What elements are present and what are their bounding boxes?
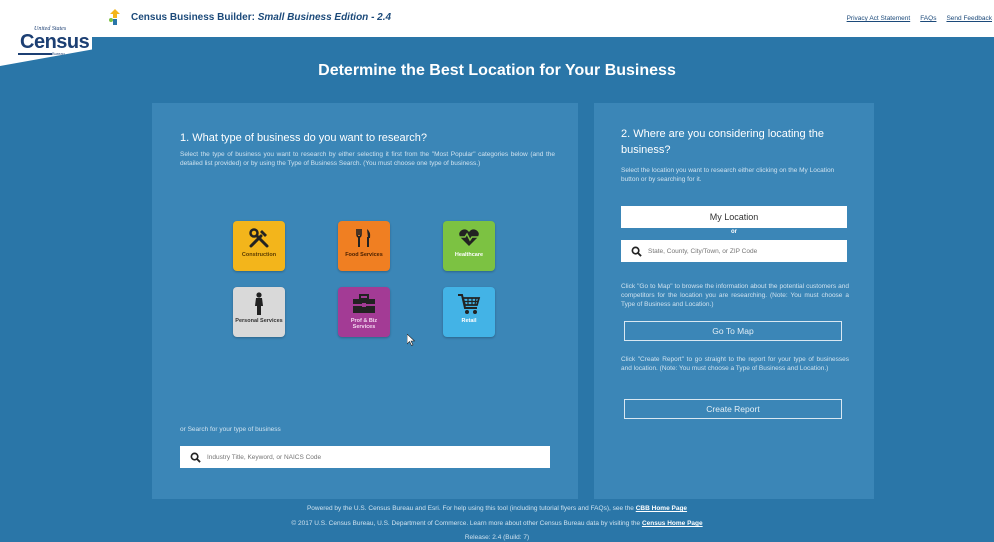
cart-icon (455, 292, 483, 316)
logo-bottom-text: Bureau (52, 51, 65, 56)
app-title: Census Business Builder: Small Business … (131, 12, 391, 23)
create-report-description: Click "Create Report" to go straight to … (621, 356, 849, 372)
fork-knife-icon (350, 226, 378, 250)
search-icon (631, 246, 642, 257)
search-icon (190, 452, 201, 463)
tile-label: Construction (241, 252, 277, 258)
footer-release: Release: 2.4 (Build: 7) (464, 534, 530, 541)
business-type-title: 1. What type of business do you want to … (180, 132, 428, 144)
tools-icon (245, 226, 273, 250)
business-search-input[interactable] (207, 453, 507, 461)
business-type-description: Select the type of business you want to … (180, 151, 555, 167)
footer-powered-by: Powered by the U.S. Census Bureau and Es… (0, 505, 994, 512)
app-title-plain: Census Business Builder: (131, 12, 258, 23)
create-report-button[interactable]: Create Report (624, 399, 842, 419)
tile-label: Food Services (345, 252, 383, 258)
logo-underline (18, 53, 52, 55)
tile-retail[interactable]: Retail (443, 287, 495, 337)
census-home-link[interactable]: Census Home Page (642, 520, 703, 527)
location-description: Select the location you want to research… (621, 167, 835, 183)
footer-copyright-text: © 2017 U.S. Census Bureau, U.S. Departme… (291, 520, 642, 527)
location-search-input[interactable] (648, 247, 838, 255)
tile-label: Prof & Biz Services (350, 318, 378, 330)
heartbeat-icon (455, 226, 483, 250)
faqs-link[interactable]: FAQs (920, 15, 936, 22)
briefcase-icon (350, 292, 378, 316)
footer-copyright: © 2017 U.S. Census Bureau, U.S. Departme… (0, 520, 994, 527)
tile-prof-biz-services[interactable]: Prof & Biz Services (338, 287, 390, 337)
mouse-cursor-icon (407, 334, 415, 346)
go-to-map-button[interactable]: Go To Map (624, 321, 842, 341)
person-icon (245, 292, 273, 316)
tile-construction[interactable]: Construction (233, 221, 285, 271)
tile-food-services[interactable]: Food Services (338, 221, 390, 271)
my-location-button[interactable]: My Location (621, 206, 847, 228)
location-title: 2. Where are you considering locating th… (621, 128, 825, 156)
business-search-box[interactable] (180, 446, 550, 468)
top-links: Privacy Act Statement FAQs Send Feedback (847, 15, 992, 22)
go-to-map-description: Click "Go to Map" to browse the informat… (621, 283, 849, 308)
footer-powered-text: Powered by the U.S. Census Bureau and Es… (306, 505, 636, 512)
location-search-box[interactable] (621, 240, 847, 262)
tile-label: Retail (461, 318, 477, 324)
privacy-link[interactable]: Privacy Act Statement (847, 15, 911, 22)
feedback-link[interactable]: Send Feedback (946, 15, 992, 22)
page-title: Determine the Best Location for Your Bus… (318, 62, 676, 79)
business-search-label: or Search for your type of business (180, 426, 281, 433)
or-divider: or (731, 229, 737, 235)
tile-personal-services[interactable]: Personal Services (233, 287, 285, 337)
cbb-home-link[interactable]: CBB Home Page (636, 505, 687, 512)
app-arrow-icon (109, 9, 120, 25)
location-panel: 2. Where are you considering locating th… (594, 103, 874, 499)
tile-healthcare[interactable]: Healthcare (443, 221, 495, 271)
app-title-edition: Small Business Edition - 2.4 (257, 12, 392, 23)
census-logo[interactable]: United States Census Bureau (0, 0, 92, 66)
tile-label: Healthcare (454, 252, 484, 258)
business-type-panel: 1. What type of business do you want to … (152, 103, 578, 499)
tile-label: Personal Services (235, 318, 283, 324)
